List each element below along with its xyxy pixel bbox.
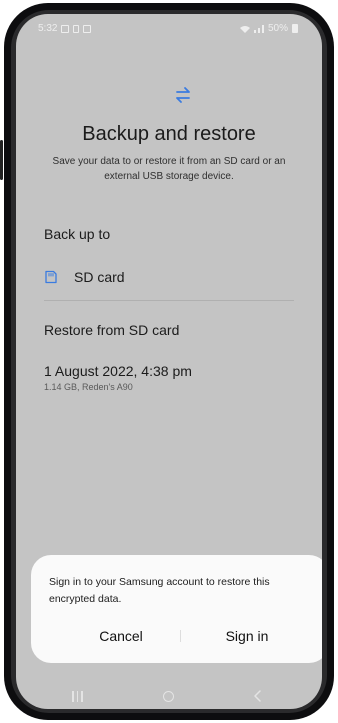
sign-in-dialog: Sign in to your Samsung account to resto… <box>31 555 322 663</box>
dialog-buttons: Cancel Sign in <box>31 625 322 647</box>
shop-notification-icon <box>83 24 92 33</box>
gallery-notification-icon <box>61 24 70 33</box>
page-title: Backup and restore <box>82 123 256 145</box>
sd-card-icon <box>45 270 57 284</box>
volume-button <box>0 140 3 180</box>
signal-icon <box>253 24 264 33</box>
sign-in-button[interactable]: Sign in <box>187 625 307 647</box>
screen: 5:32 50% Backup and restore Save your da… <box>16 14 322 709</box>
lock-notification-icon <box>73 24 80 33</box>
back-icon[interactable] <box>252 690 264 702</box>
swap-arrows-icon <box>176 87 190 103</box>
status-right: 50% <box>239 23 298 34</box>
status-time: 5:32 <box>38 23 58 34</box>
backup-details: 1.14 GB, Reden's A90 <box>44 382 133 392</box>
status-left: 5:32 <box>38 23 92 34</box>
section-divider <box>44 300 294 301</box>
sd-card-label: SD card <box>74 269 125 285</box>
page-subtitle: Save your data to or restore it from an … <box>52 156 286 182</box>
backup-sd-card-item[interactable]: SD card <box>44 266 294 288</box>
battery-icon <box>292 24 298 33</box>
wifi-icon <box>239 25 250 33</box>
backup-section-heading: Back up to <box>44 226 111 242</box>
cancel-button[interactable]: Cancel <box>61 625 181 647</box>
battery-percent: 50% <box>267 23 288 34</box>
button-separator <box>180 630 181 642</box>
home-icon[interactable] <box>163 691 174 702</box>
restore-section-heading: Restore from SD card <box>44 322 180 338</box>
status-bar: 5:32 50% <box>16 14 322 40</box>
restore-backup-item[interactable]: 1 August 2022, 4:38 pm 1.14 GB, Reden's … <box>44 363 192 392</box>
backup-date: 1 August 2022, 4:38 pm <box>44 363 192 379</box>
recents-icon[interactable] <box>72 691 83 702</box>
dialog-message: Sign in to your Samsung account to resto… <box>49 576 270 605</box>
navigation-bar <box>16 684 322 708</box>
